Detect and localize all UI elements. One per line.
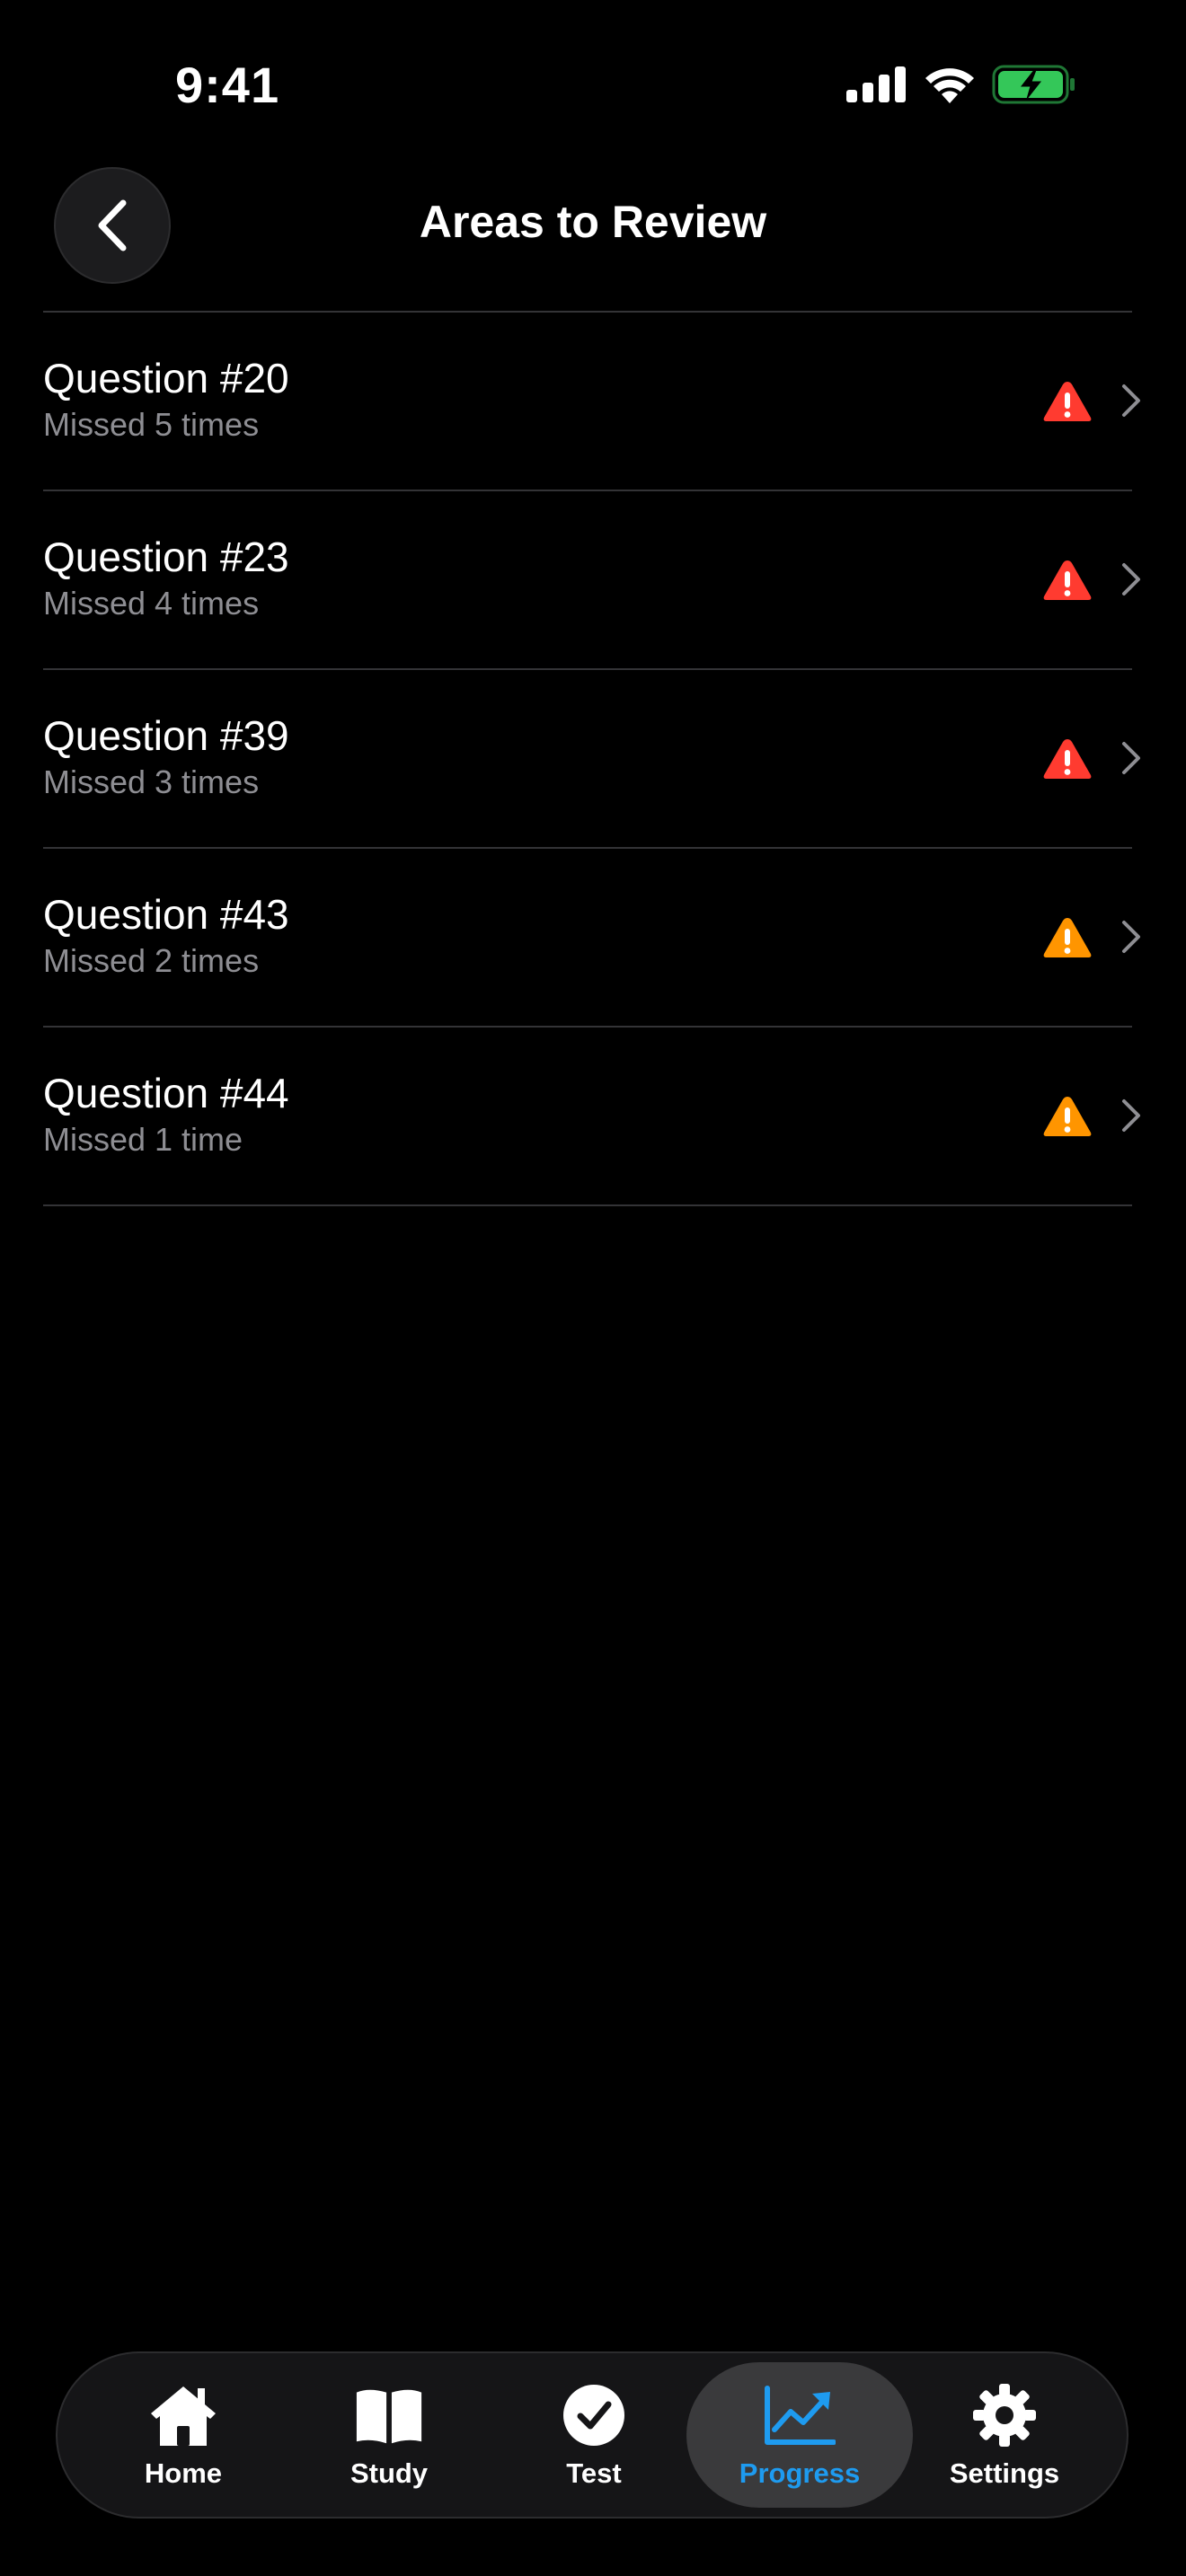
review-item-question-39[interactable]: Question #39 Missed 3 times xyxy=(43,670,1140,849)
chevron-right-icon xyxy=(1122,384,1140,417)
review-item-title: Question #43 xyxy=(43,891,289,938)
review-item-title: Question #20 xyxy=(43,355,289,401)
cellular-signal-icon xyxy=(846,66,906,102)
chevron-right-icon xyxy=(1122,563,1140,595)
review-item-question-43[interactable]: Question #43 Missed 2 times xyxy=(43,849,1140,1028)
tab-label: Test xyxy=(566,2457,622,2489)
warning-triangle-icon xyxy=(1043,918,1092,957)
chevron-right-icon xyxy=(1122,921,1140,953)
status-icons xyxy=(846,65,1076,104)
tab-label: Study xyxy=(350,2457,429,2489)
warning-triangle-icon xyxy=(1043,382,1092,421)
trend-chart-icon xyxy=(765,2386,836,2445)
page-title: Areas to Review xyxy=(419,197,767,247)
tab-study[interactable]: Study xyxy=(276,2362,502,2508)
review-item-question-20[interactable]: Question #20 Missed 5 times xyxy=(43,313,1140,491)
review-item-title: Question #44 xyxy=(43,1070,289,1116)
warning-triangle-icon xyxy=(1043,1097,1092,1136)
review-item-subtitle: Missed 5 times xyxy=(43,406,260,443)
gear-icon xyxy=(973,2384,1036,2447)
review-item-question-23[interactable]: Question #23 Missed 4 times xyxy=(43,491,1140,670)
review-item-title: Question #39 xyxy=(43,712,289,759)
tab-test[interactable]: Test xyxy=(481,2362,707,2508)
chevron-right-icon xyxy=(1122,742,1140,774)
review-item-subtitle: Missed 1 time xyxy=(43,1121,243,1158)
tab-label: Settings xyxy=(949,2457,1060,2489)
status-bar: 9:41 xyxy=(0,0,1186,162)
open-book-icon xyxy=(356,2389,422,2444)
checkmark-circle-icon xyxy=(563,2385,624,2446)
tab-home[interactable]: Home xyxy=(70,2362,296,2508)
tab-label: Home xyxy=(144,2457,223,2489)
tab-settings[interactable]: Settings xyxy=(891,2362,1118,2508)
status-time: 9:41 xyxy=(175,57,280,113)
battery-charging-icon xyxy=(992,65,1075,104)
tab-progress[interactable]: Progress xyxy=(686,2362,913,2508)
chevron-right-icon xyxy=(1122,1099,1140,1132)
warning-triangle-icon xyxy=(1043,560,1092,600)
review-item-subtitle: Missed 2 times xyxy=(43,942,260,979)
review-list: Question #20 Missed 5 times Question #23… xyxy=(43,313,1150,1206)
review-item-title: Question #23 xyxy=(43,534,289,580)
tab-label: Progress xyxy=(739,2457,861,2489)
tab-bar: Home Study Test Progress Settings xyxy=(56,2351,1128,2519)
review-item-subtitle: Missed 3 times xyxy=(43,763,260,800)
wifi-icon xyxy=(925,68,974,103)
house-icon xyxy=(151,2386,216,2446)
review-item-question-44[interactable]: Question #44 Missed 1 time xyxy=(43,1028,1140,1206)
review-item-subtitle: Missed 4 times xyxy=(43,585,260,622)
warning-triangle-icon xyxy=(1043,739,1092,779)
